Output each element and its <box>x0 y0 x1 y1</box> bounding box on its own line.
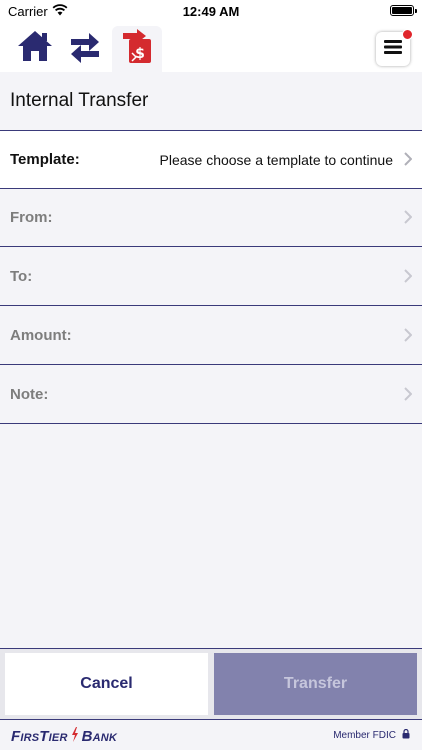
note-label: Note: <box>10 386 49 403</box>
page-title: Internal Transfer <box>10 90 149 111</box>
from-label: From: <box>10 209 53 226</box>
brand-name-suffix: Bank <box>81 728 118 745</box>
home-button[interactable] <box>14 28 56 68</box>
action-bar: Cancel Transfer <box>0 649 422 719</box>
brand-name-prefix: FirsTier <box>11 728 68 745</box>
internal-transfer-tab[interactable]: $ <box>112 26 162 72</box>
home-icon <box>16 29 54 68</box>
note-row[interactable]: Note: <box>0 366 422 424</box>
template-value: Please choose a template to continue <box>159 152 394 168</box>
transfer-button[interactable]: Transfer <box>214 653 417 715</box>
hamburger-menu-icon <box>384 39 402 60</box>
transfers-icon <box>69 29 101 68</box>
template-row[interactable]: Template: Please choose a template to co… <box>0 131 422 189</box>
member-fdic: Member FDIC <box>333 728 410 742</box>
svg-text:$: $ <box>135 46 145 62</box>
member-fdic-label: Member FDIC <box>333 730 396 741</box>
to-label: To: <box>10 268 33 285</box>
to-row[interactable]: To: <box>0 248 422 306</box>
lock-icon <box>402 728 410 742</box>
chevron-right-icon <box>404 387 413 406</box>
chevron-right-icon <box>404 210 413 229</box>
chevron-right-icon <box>404 328 413 347</box>
amount-label: Amount: <box>10 327 72 344</box>
transfers-button[interactable] <box>64 28 106 68</box>
bank-logo: FirsTier Bank <box>11 727 117 746</box>
notification-badge <box>402 29 413 40</box>
status-bar: Carrier 12:49 AM <box>0 0 422 22</box>
clock: 12:49 AM <box>182 4 240 19</box>
chevron-right-icon <box>404 269 413 288</box>
battery-icon <box>390 5 417 16</box>
chevron-right-icon <box>404 152 413 171</box>
amount-row[interactable]: Amount: <box>0 307 422 365</box>
footer: FirsTier Bank Member FDIC <box>0 719 422 750</box>
cancel-button[interactable]: Cancel <box>5 653 208 715</box>
from-row[interactable]: From: <box>0 189 422 247</box>
top-navigation: $ <box>0 22 422 72</box>
template-label: Template: <box>10 151 80 168</box>
lightning-icon <box>71 727 79 746</box>
menu-button[interactable] <box>376 29 413 66</box>
internal-transfer-icon: $ <box>120 28 154 70</box>
